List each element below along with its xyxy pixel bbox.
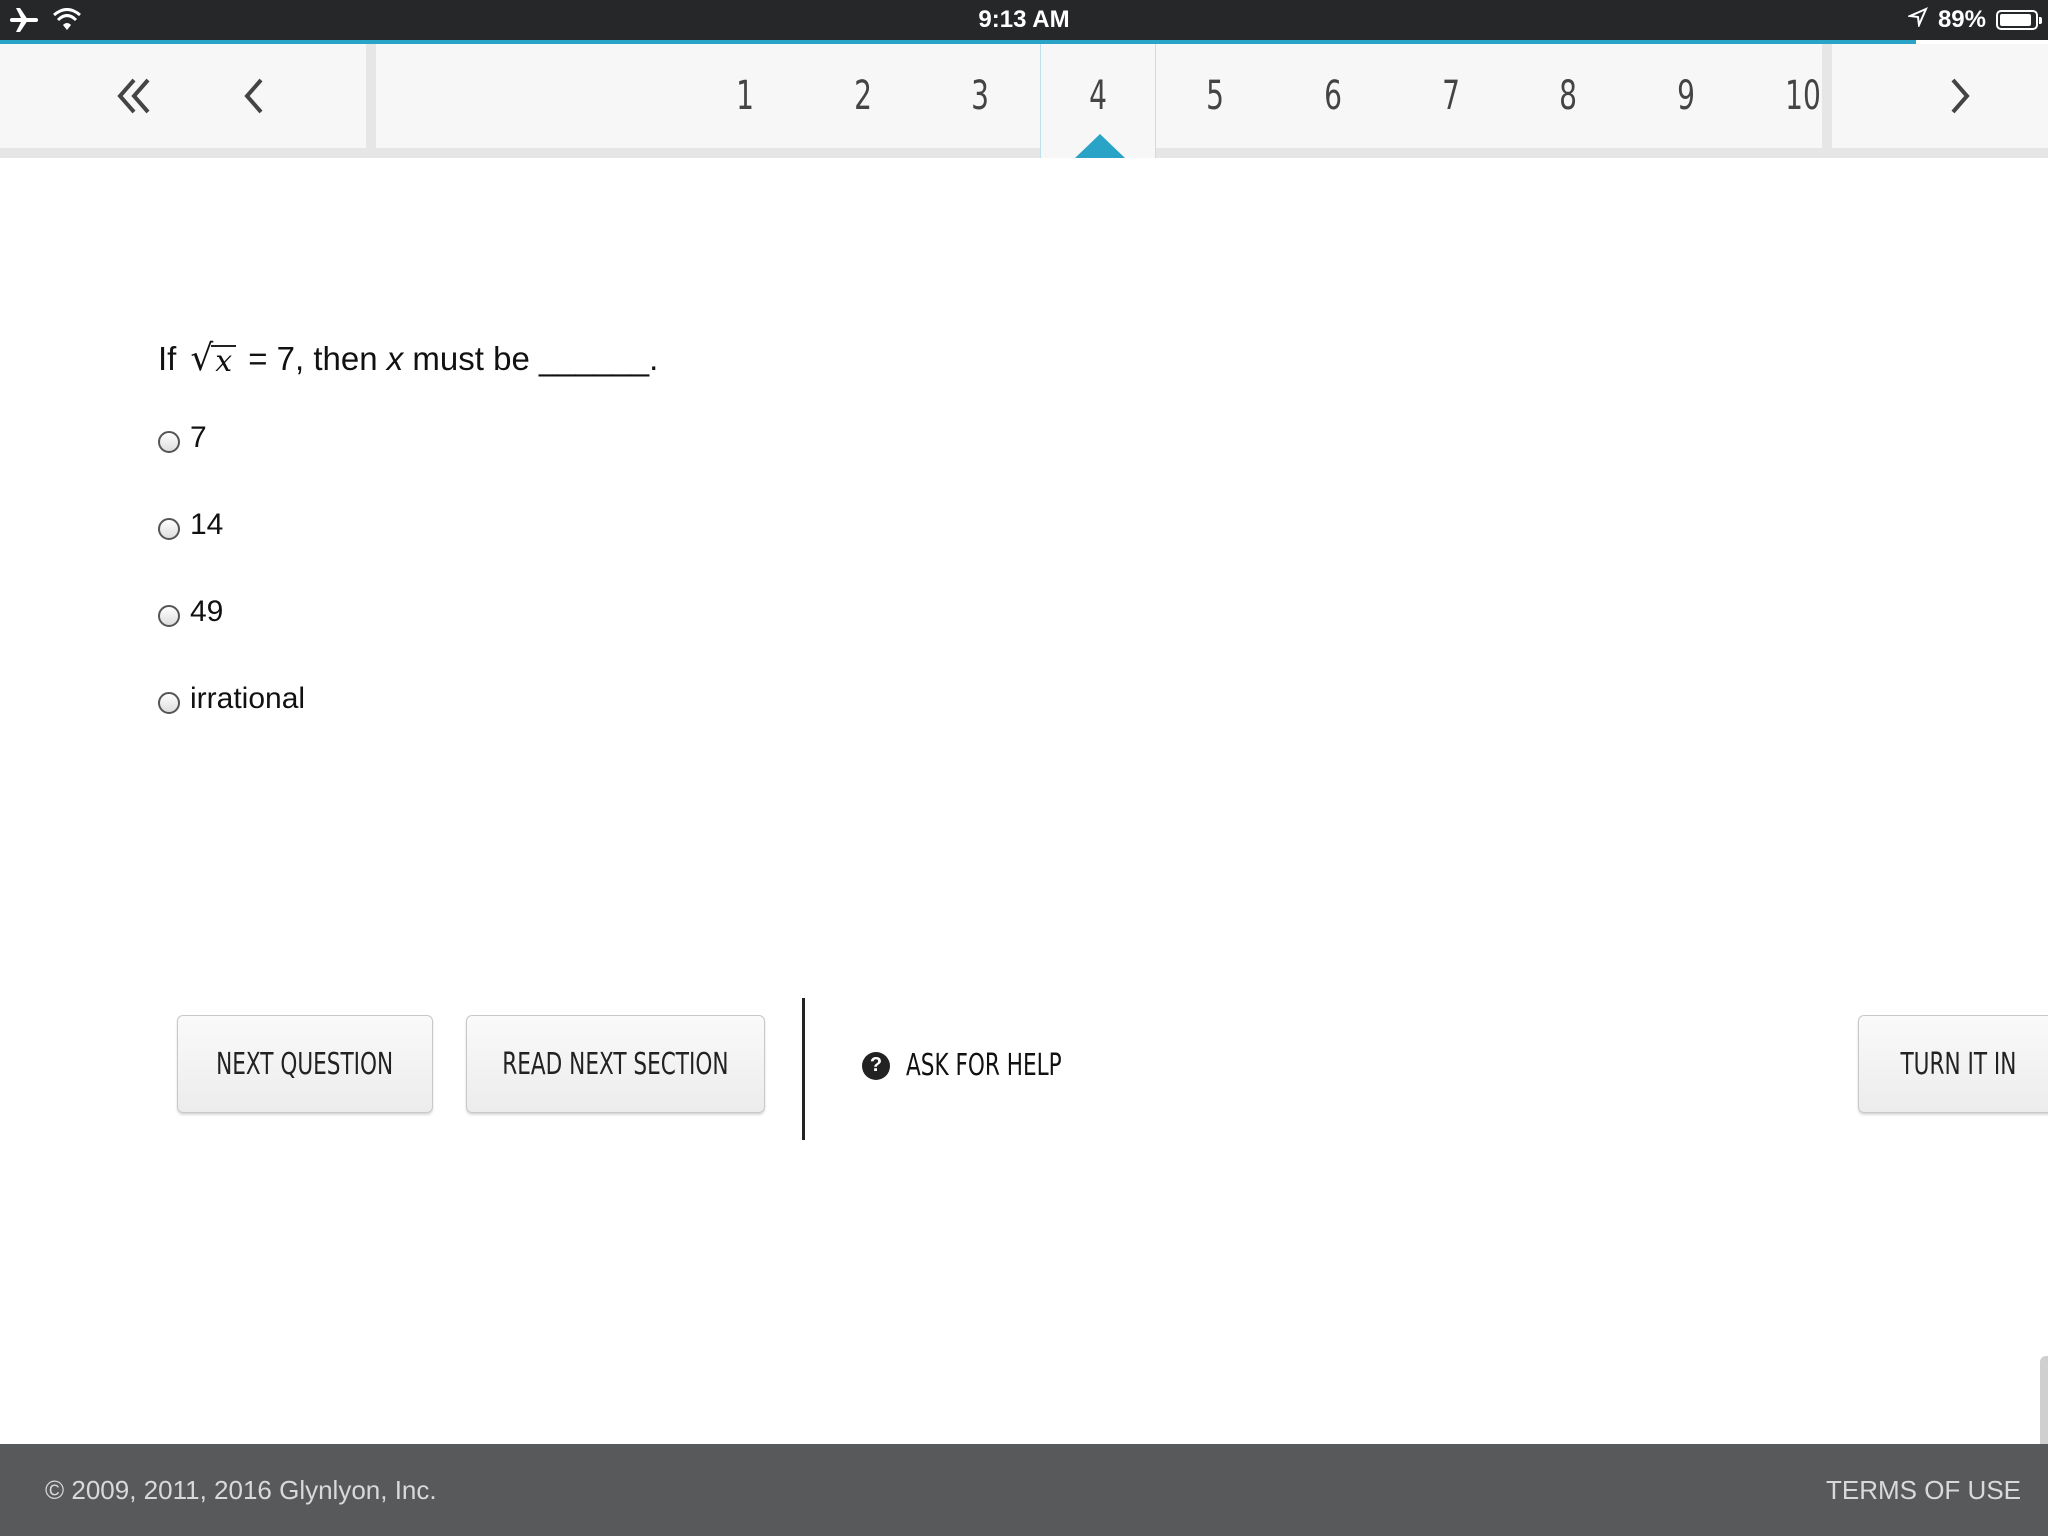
- question-number-10[interactable]: 10: [1758, 44, 1848, 148]
- answer-option[interactable]: 14: [158, 505, 223, 545]
- turn-it-in-label: TURN IT IN: [1900, 1046, 2017, 1082]
- chevron-right-icon: [1951, 78, 1970, 114]
- ask-for-help-link[interactable]: ? ASK FOR HELP: [862, 1048, 1101, 1083]
- help-icon: ?: [862, 1051, 890, 1080]
- answer-option-label: 7: [190, 421, 207, 454]
- nav-divider-left: [366, 44, 376, 158]
- square-root-icon: √: [190, 338, 214, 379]
- active-question-caret: [1075, 134, 1125, 158]
- question-suffix: must be ______.: [412, 340, 659, 377]
- question-prefix: If: [158, 340, 177, 377]
- ask-for-help-label: ASK FOR HELP: [906, 1048, 1062, 1083]
- question-variable: x: [386, 340, 404, 377]
- nav-divider-right: [1822, 44, 1832, 158]
- chevron-left-icon: [244, 78, 263, 114]
- location-arrow-icon: [1906, 6, 1928, 34]
- radicand: x: [211, 345, 237, 377]
- answer-option-label: irrational: [190, 682, 306, 715]
- copyright-text: © 2009, 2011, 2016 Glynlyon, Inc.: [45, 1475, 437, 1505]
- action-divider: [802, 998, 805, 1140]
- radio-button[interactable]: [158, 692, 180, 714]
- question-number-9[interactable]: 9: [1641, 44, 1731, 148]
- question-equation: = 7, then: [248, 340, 378, 377]
- answer-option[interactable]: irrational: [158, 679, 305, 719]
- turn-it-in-button[interactable]: TURN IT IN: [1858, 1015, 2048, 1113]
- terms-of-use-link[interactable]: TERMS OF USE: [1826, 1444, 2021, 1536]
- battery-percent: 89%: [1937, 6, 1986, 33]
- status-bar: 9:13 AM 89%: [0, 0, 2048, 40]
- footer: © 2009, 2011, 2016 Glynlyon, Inc. TERMS …: [0, 1444, 2048, 1536]
- radio-button[interactable]: [158, 518, 180, 540]
- first-page-button[interactable]: [84, 44, 184, 148]
- double-chevron-left-icon: [117, 78, 150, 114]
- question-number-6[interactable]: 6: [1288, 44, 1378, 148]
- read-next-section-label: READ NEXT SECTION: [502, 1046, 729, 1082]
- answer-option-label: 14: [190, 508, 224, 541]
- radio-button[interactable]: [158, 605, 180, 627]
- answer-option[interactable]: 7: [158, 418, 207, 458]
- radio-button[interactable]: [158, 431, 180, 453]
- question-number-3[interactable]: 3: [935, 44, 1025, 148]
- next-question-label: NEXT QUESTION: [216, 1046, 394, 1082]
- answer-option-label: 49: [190, 595, 224, 628]
- square-root-expression: √ x: [190, 338, 237, 379]
- battery-icon: [1996, 10, 2042, 30]
- next-question-arrow[interactable]: [1910, 44, 2010, 148]
- answer-option[interactable]: 49: [158, 592, 223, 632]
- read-next-section-button[interactable]: READ NEXT SECTION: [466, 1015, 765, 1113]
- next-question-button[interactable]: NEXT QUESTION: [177, 1015, 433, 1113]
- question-number-8[interactable]: 8: [1523, 44, 1613, 148]
- question-navigation-rule: [0, 148, 2048, 158]
- question-number-5[interactable]: 5: [1170, 44, 1260, 148]
- question-number-1[interactable]: 1: [700, 44, 790, 148]
- question-number-4[interactable]: 4: [1053, 44, 1143, 148]
- previous-question-button[interactable]: [204, 44, 304, 148]
- question-text: If √ x = 7, then x must be ______.: [158, 340, 658, 378]
- status-time: 9:13 AM: [978, 6, 1070, 33]
- question-number-7[interactable]: 7: [1406, 44, 1496, 148]
- question-number-2[interactable]: 2: [818, 44, 908, 148]
